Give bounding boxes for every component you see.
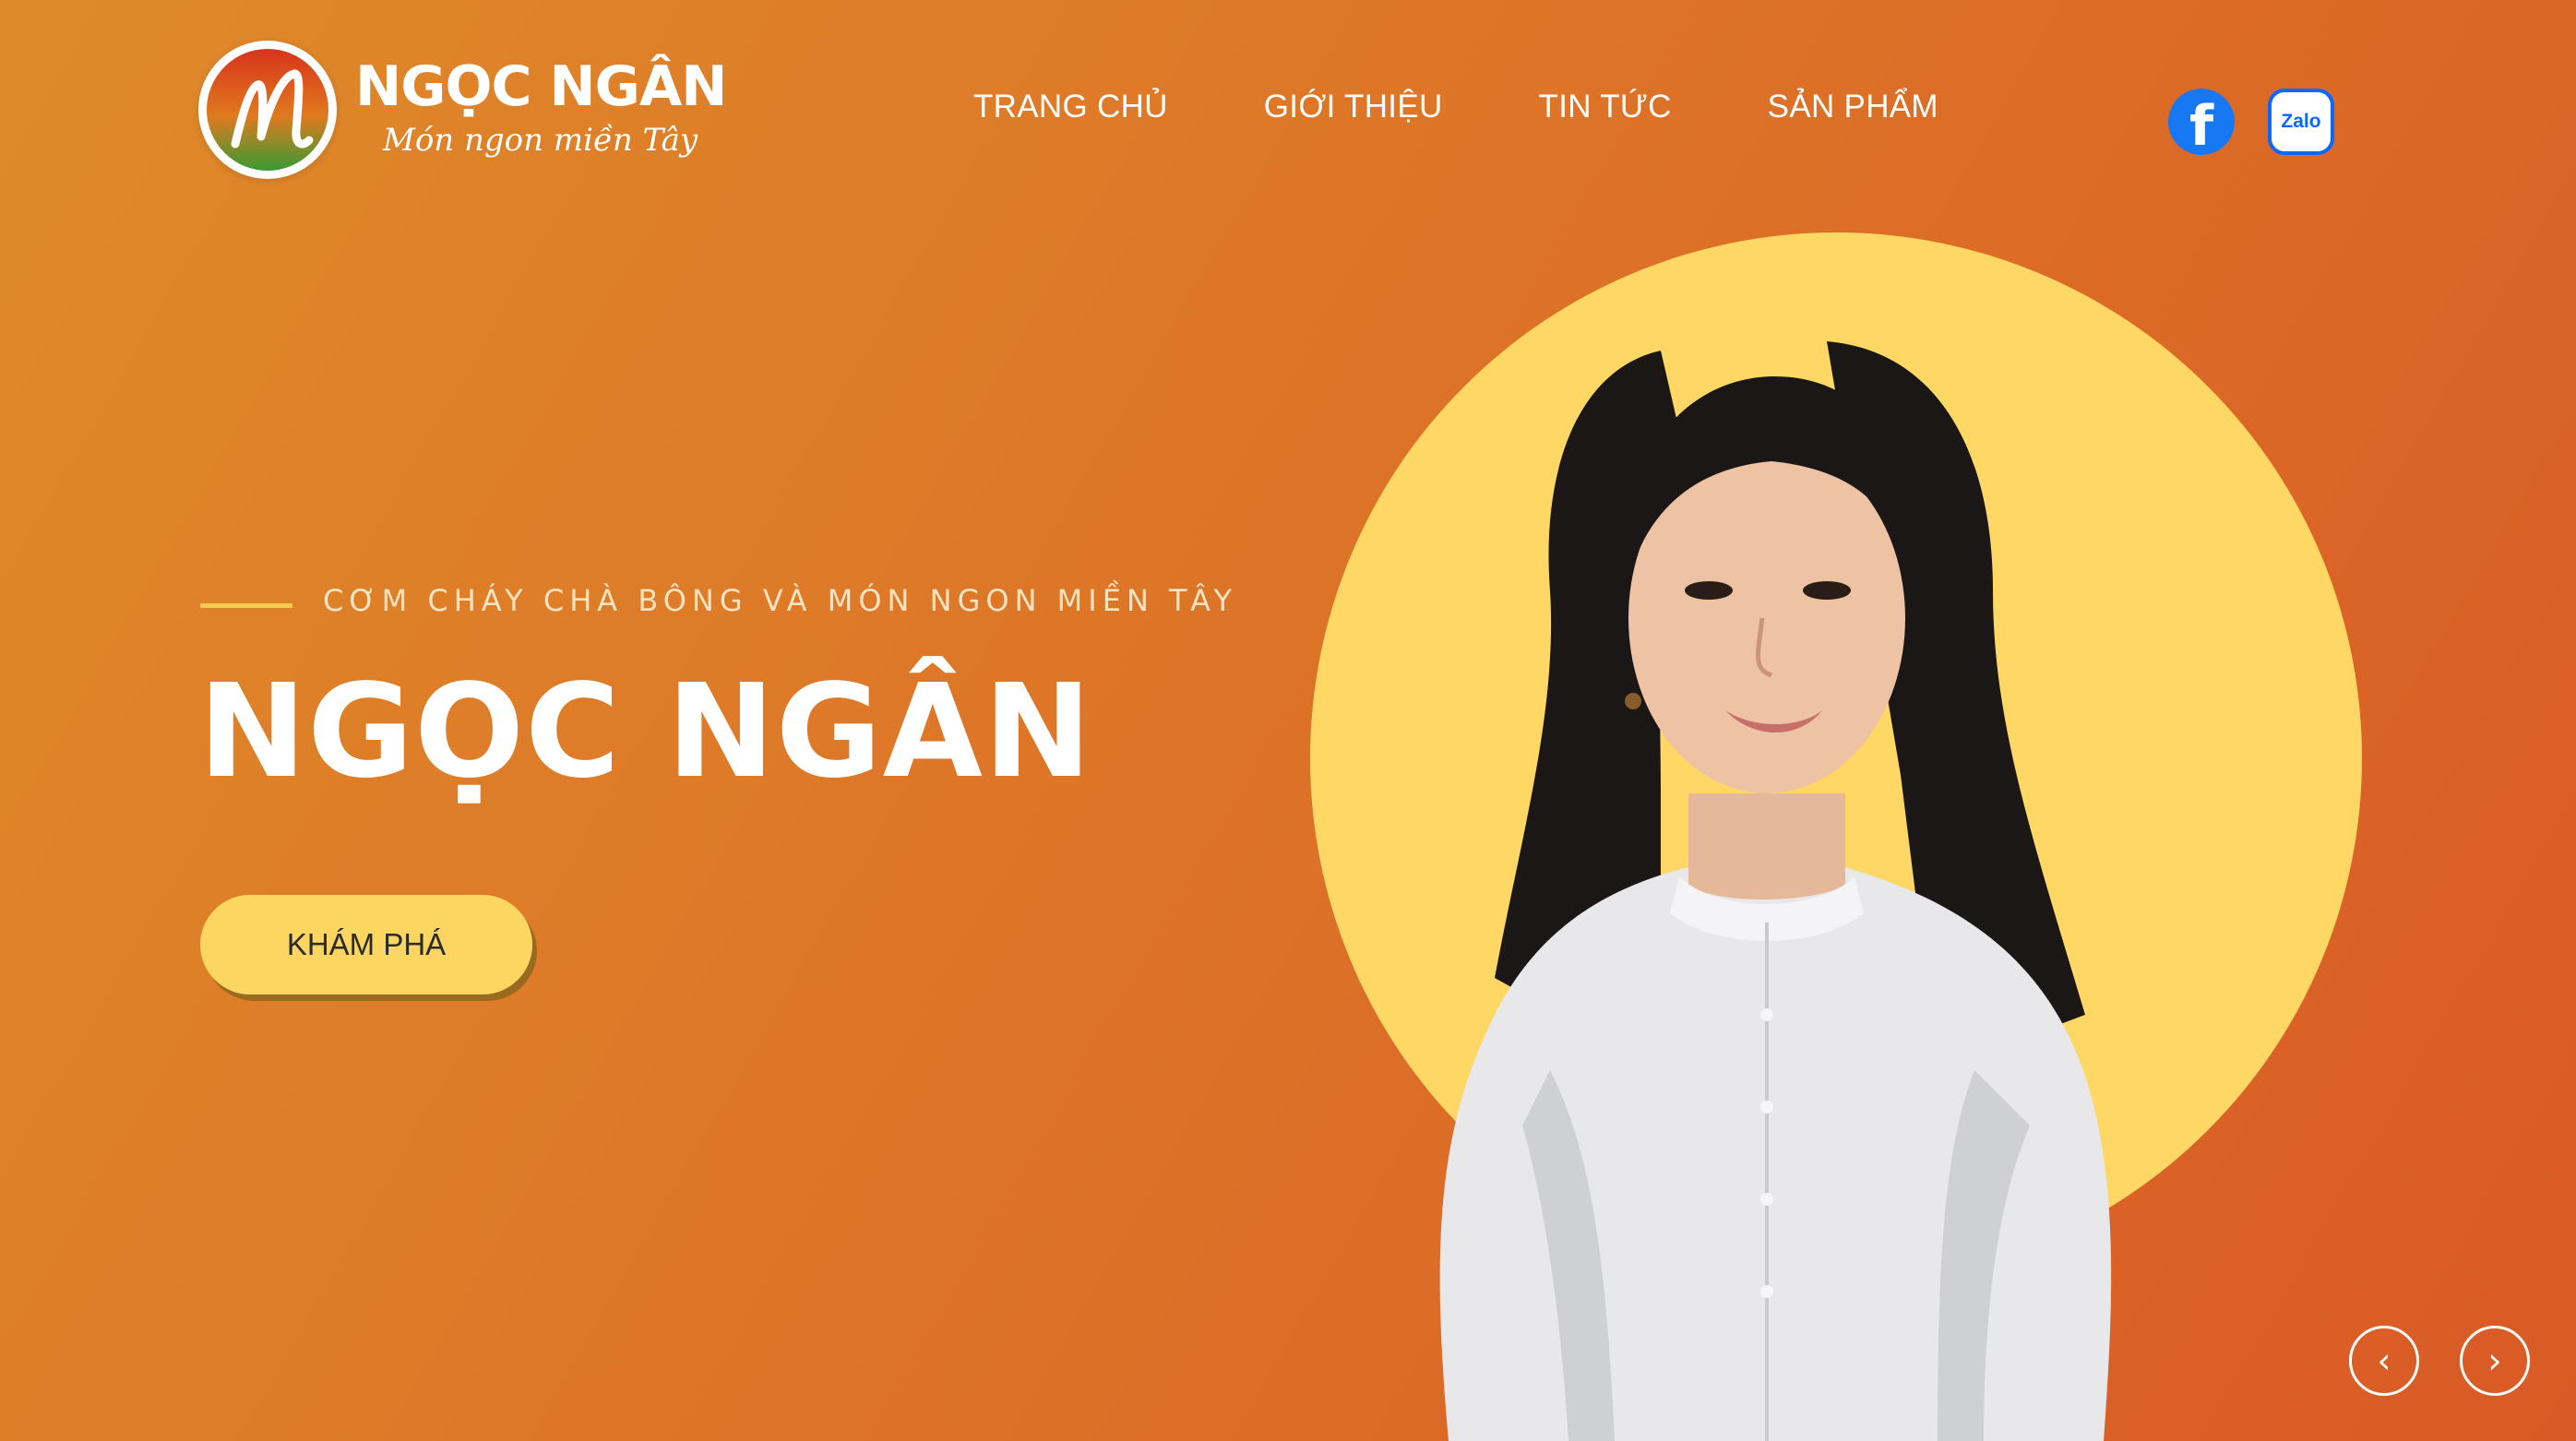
site-header: NGỌC NGÂN Món ngon miền Tây TRANG CHỦ GI… [0,0,2576,221]
nav-item-products[interactable]: SẢN PHẨM [1768,89,1938,125]
zalo-icon: Zalo [2281,111,2321,132]
slider-prev-button[interactable]: ‹ [2349,1326,2419,1396]
facebook-icon: f [2188,94,2214,159]
zalo-link[interactable]: Zalo [2268,89,2334,155]
hero-title: NGỌC NGÂN [198,657,1093,807]
hero-eyebrow: CƠM CHÁY CHÀ BÔNG VÀ MÓN NGON MIỀN TÂY [323,583,1238,618]
nav-item-home[interactable]: TRANG CHỦ [973,89,1168,125]
main-nav: TRANG CHỦ GIỚI THIỆU TIN TỨC SẢN PHẨM [973,89,1938,125]
logo-tagline: Món ngon miền Tây [383,122,698,159]
site-logo[interactable]: NGỌC NGÂN Món ngon miền Tây [198,41,728,188]
nav-item-news[interactable]: TIN TỨC [1539,89,1672,125]
explore-button[interactable]: KHÁM PHÁ [200,895,532,994]
chevron-right-icon: › [2487,1340,2502,1381]
logo-mark-icon [198,41,337,179]
eyebrow-divider [200,603,292,608]
nav-item-about[interactable]: GIỚI THIỆU [1264,89,1443,125]
facebook-link[interactable]: f [2168,89,2235,159]
hero-person-image [1439,341,2112,1441]
logo-name: NGỌC NGÂN [355,54,728,119]
chevron-left-icon: ‹ [2377,1340,2391,1381]
slider-next-button[interactable]: › [2460,1326,2530,1396]
